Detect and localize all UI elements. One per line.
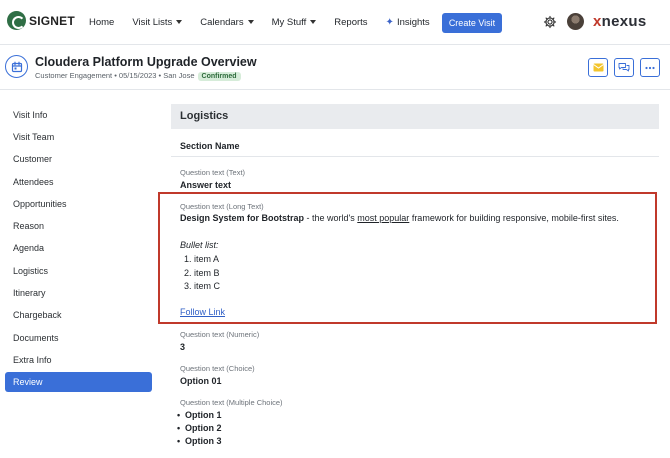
nav-reports[interactable]: Reports [334,17,367,28]
signet-logo-icon [7,11,26,30]
nexus-logo: xnexus [593,13,647,30]
nav-links: Home Visit Lists Calendars My Stuff Repo… [89,17,448,28]
sparkle-icon: ✦ [385,17,394,28]
ellipsis-icon [645,66,655,69]
list-item: 1. item A [184,254,220,264]
question-label-choice: Question text (Choice) [180,364,255,373]
sidebar-item-logistics[interactable]: Logistics [5,261,152,281]
list-item: 3. item C [184,281,221,291]
sidebar-item-customer[interactable]: Customer [5,149,152,169]
list-item: Option 2 [177,423,221,433]
status-badge: Confirmed [197,72,241,81]
question-label-long-text: Question text (Long Text) [180,202,264,211]
calendar-icon [5,55,28,78]
user-avatar[interactable] [567,13,584,30]
divider [171,156,659,157]
list-item: Option 3 [177,436,221,446]
chat-button[interactable] [614,58,634,77]
create-visit-button[interactable]: Create Visit [442,13,502,33]
page-subtitle: Customer Engagement • 05/15/2023 • San J… [35,71,241,81]
section-name: Section Name [180,141,240,151]
sidebar-item-attendees[interactable]: Attendees [5,172,152,192]
sidebar-item-visit-info[interactable]: Visit Info [5,105,152,125]
visit-meta: Customer Engagement • 05/15/2023 • San J… [35,71,195,80]
nav-insights[interactable]: ✦ Insights [386,17,430,28]
signet-logo[interactable]: SIGNET [7,11,75,30]
envelope-icon [592,63,604,72]
chat-bubbles-icon [618,63,630,72]
logo-text: SIGNET [29,13,75,28]
bullet-list-label: Bullet list: [180,240,219,250]
nav-my-stuff-label: My Stuff [271,17,307,28]
nav-my-stuff[interactable]: My Stuff [272,17,317,28]
follow-link[interactable]: Follow Link [180,307,225,317]
long-text-bold: Design System for Bootstrap [180,213,305,223]
nav-home[interactable]: Home [89,17,114,28]
long-text-post: framework for building responsive, mobil… [409,213,619,223]
email-button[interactable] [588,58,608,77]
nav-calendars[interactable]: Calendars [200,17,254,28]
nav-insights-label: Insights [396,17,430,28]
long-text-answer: Design System for Bootstrap - the world'… [180,213,619,223]
choice-answer: Option 01 [180,376,222,386]
question-label-numeric: Question text (Numeric) [180,330,260,339]
page-header: Cloudera Platform Upgrade Overview Custo… [0,46,670,90]
sidebar-item-extra-info[interactable]: Extra Info [5,350,152,370]
question-label-multiple-choice: Question text (Multiple Choice) [180,398,283,407]
long-text-underline: most popular [357,213,410,223]
gear-icon[interactable] [543,15,557,29]
more-options-button[interactable] [640,58,660,77]
sidebar-item-opportunities[interactable]: Opportunities [5,194,152,214]
highlight-box [158,192,657,324]
nexus-mark: x [593,13,602,30]
nav-visit-lists[interactable]: Visit Lists [132,17,183,28]
sidebar-item-chargeback[interactable]: Chargeback [5,305,152,325]
chevron-down-icon [310,20,317,24]
nexus-wordmark: nexus [601,13,647,30]
long-text-pre: - the world's [304,213,358,223]
sidebar-item-reason[interactable]: Reason [5,216,152,236]
section-title: Logistics [171,104,659,129]
nav-visit-lists-label: Visit Lists [132,17,173,28]
nav-calendars-label: Calendars [200,17,244,28]
top-navigation: SIGNET Home Visit Lists Calendars My Stu… [0,0,670,45]
sidebar-navigation: Visit Info Visit Team Customer Attendees… [0,90,160,458]
sidebar-item-review[interactable]: Review [5,372,152,392]
list-item: Option 1 [177,410,221,420]
list-item: 2. item B [184,268,220,278]
chevron-down-icon [247,20,254,24]
chevron-down-icon [176,20,183,24]
question-label-text: Question text (Text) [180,168,246,177]
sidebar-item-documents[interactable]: Documents [5,328,152,348]
answer-text: Answer text [180,180,232,190]
review-content: Logistics Section Name Question text (Te… [158,90,661,458]
sidebar-item-visit-team[interactable]: Visit Team [5,127,152,147]
page-title: Cloudera Platform Upgrade Overview [35,55,257,69]
sidebar-item-agenda[interactable]: Agenda [5,238,152,258]
sidebar-item-itinerary[interactable]: Itinerary [5,283,152,303]
numeric-answer: 3 [180,342,186,352]
